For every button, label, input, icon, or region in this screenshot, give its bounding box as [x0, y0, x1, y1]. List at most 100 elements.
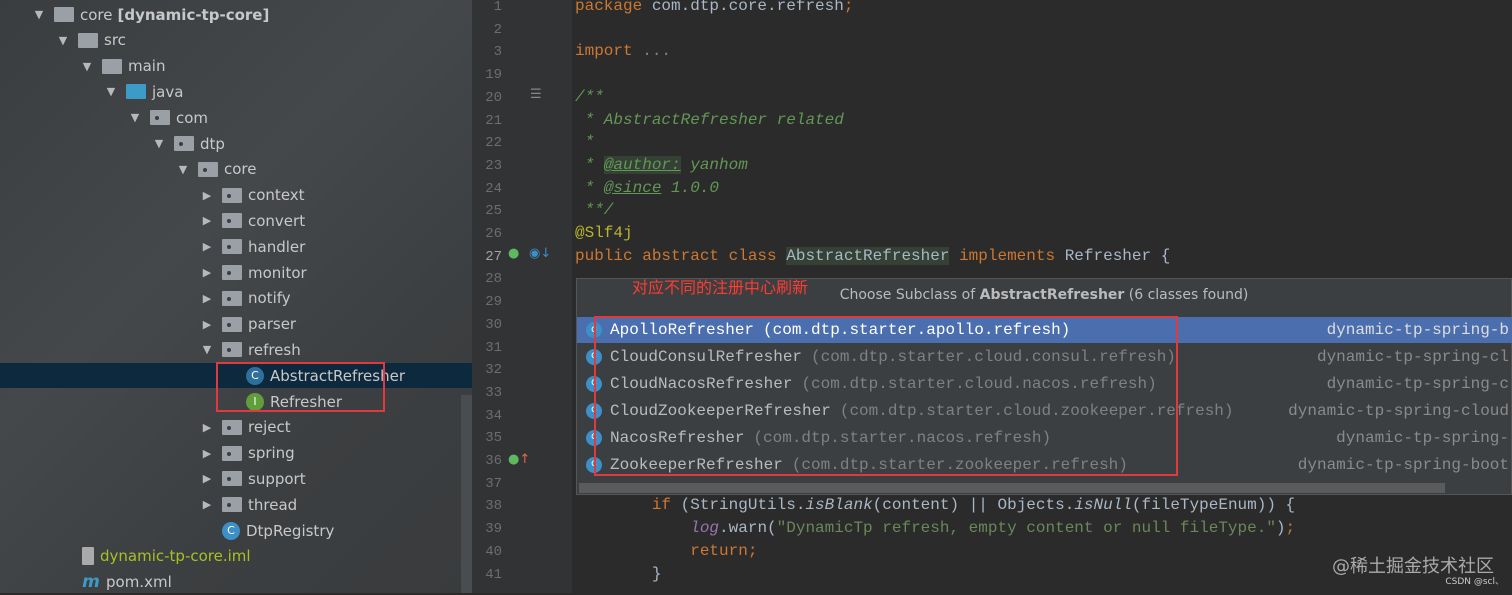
tree-item-support[interactable]: ▶ support [0, 466, 472, 491]
package-icon [222, 265, 242, 280]
package-icon [222, 316, 242, 332]
code-token: isNull [1074, 496, 1132, 515]
tree-item-com[interactable]: ▼ com [0, 105, 472, 130]
tree-item-spring[interactable]: ▶ spring [0, 441, 472, 466]
code-token: package [575, 0, 652, 15]
popup-horizontal-scrollbar[interactable] [579, 483, 1445, 493]
tree-item-label: pom.xml [106, 573, 172, 592]
module-name: dynamic-tp-spring-boot [1297, 455, 1509, 474]
code-token: @author: [603, 155, 681, 174]
code-token: (fileTypeEnum)) { [1131, 496, 1296, 515]
line-number: 26 [485, 226, 502, 242]
code-line: * [575, 131, 595, 153]
overridden-down-icon[interactable]: ◉↓ [529, 246, 551, 261]
tree-item-refresh[interactable]: ▼ refresh [0, 337, 472, 362]
tree-item-reject[interactable]: ▶ reject [0, 415, 472, 440]
collapsed-arrow-icon[interactable]: ▶ [200, 498, 214, 511]
collapsed-arrow-icon[interactable]: ▶ [200, 240, 214, 253]
tree-item-label: main [128, 57, 166, 76]
tree-item-dynamic-tp-core-iml[interactable]: dynamic-tp-core.iml [0, 544, 472, 569]
expanded-arrow-icon[interactable]: ▼ [128, 111, 142, 124]
tree-item-java[interactable]: ▼ java [0, 79, 472, 104]
module-name: dynamic-tp-spring-cloud [1288, 401, 1509, 420]
code-line: log.warn("DynamicTp refresh, empty conte… [575, 517, 1295, 539]
code-token: log [690, 519, 720, 538]
line-number: 39 [485, 521, 502, 538]
tree-item-context[interactable]: ▶ context [0, 183, 472, 208]
collapsed-arrow-icon[interactable]: ▶ [200, 472, 214, 485]
module-folder-icon [54, 7, 74, 22]
code-token: .warn( [719, 519, 777, 538]
expanded-arrow-icon[interactable]: ▼ [104, 85, 118, 98]
tree-item-label: handler [248, 237, 306, 256]
tree-item-notify[interactable]: ▶ notify [0, 286, 472, 311]
code-token: public abstract class [575, 246, 787, 265]
implemented-icon[interactable]: ● [508, 246, 519, 261]
tree-item-core[interactable]: ▼ core [dynamic-tp-core] [0, 2, 472, 27]
tree-item-label: core [80, 5, 113, 24]
code-token: if [575, 496, 681, 515]
collapsed-arrow-icon[interactable]: ▶ [200, 318, 214, 331]
code-token: /** [575, 87, 604, 106]
code-token: isBlank [805, 496, 873, 515]
code-token: ... [642, 42, 672, 61]
tree-item-label: notify [248, 289, 291, 308]
collapsed-arrow-icon[interactable]: ▶ [200, 292, 214, 305]
line-number: 34 [485, 407, 502, 424]
folder-icon [78, 32, 98, 48]
code-token: (StringUtils. [680, 496, 806, 515]
tree-item-label: support [248, 469, 306, 488]
tree-item-parser[interactable]: ▶ parser [0, 312, 472, 337]
expanded-arrow-icon[interactable]: ▼ [176, 163, 190, 176]
annotation-note: 对应不同的注册中心刷新 [632, 278, 809, 297]
tree-item-pom-xml[interactable]: m pom.xml [0, 570, 472, 595]
line-number: 19 [485, 67, 502, 84]
code-line: return; [575, 540, 757, 562]
code-line: if (StringUtils.isBlank(content) || Obje… [575, 494, 1295, 516]
tree-item-dtpregistry[interactable]: C DtpRegistry [0, 518, 472, 543]
code-line: import ... [575, 40, 671, 62]
package-icon [222, 497, 242, 513]
code-token: @since [603, 178, 662, 197]
expanded-arrow-icon[interactable]: ▼ [200, 343, 214, 356]
tree-item-label: dynamic-tp-core.iml [100, 547, 251, 566]
collapsed-arrow-icon[interactable]: ▶ [200, 214, 214, 227]
line-number: 25 [485, 203, 502, 220]
folder-icon [102, 58, 122, 74]
code-token: ; [1285, 519, 1296, 538]
class-icon: C [222, 521, 240, 540]
package-icon [222, 213, 242, 229]
tree-item-label: parser [248, 315, 297, 334]
implements-up-icon[interactable]: ●↑ [508, 452, 530, 467]
project-tree: ▼ core [dynamic-tp-core] ▼ src ▼ main ▼ java ▼ com… [0, 0, 472, 593]
tree-item-thread[interactable]: ▶ thread [0, 492, 472, 517]
package-icon [222, 419, 242, 435]
package-icon [222, 290, 242, 306]
line-number: 36 [485, 453, 502, 469]
tree-item-monitor[interactable]: ▶ monitor [0, 260, 472, 285]
collapsed-arrow-icon[interactable]: ▶ [200, 189, 214, 202]
tree-item-main[interactable]: ▼ main [0, 54, 472, 79]
watermark-sub: CSDN @scl、 [1445, 577, 1504, 587]
tree-item-convert[interactable]: ▶ convert [0, 208, 472, 233]
expanded-arrow-icon[interactable]: ▼ [32, 8, 46, 21]
expanded-arrow-icon[interactable]: ▼ [152, 137, 166, 150]
collapsed-arrow-icon[interactable]: ▶ [200, 266, 214, 279]
collapsed-arrow-icon[interactable]: ▶ [200, 447, 214, 460]
tree-scrollbar[interactable] [461, 395, 472, 593]
line-number: 1 [493, 0, 502, 15]
expanded-arrow-icon[interactable]: ▼ [80, 60, 94, 73]
tree-item-core[interactable]: ▼ core [0, 157, 472, 182]
tree-item-dtp[interactable]: ▼ dtp [0, 131, 472, 156]
line-number: 37 [485, 475, 502, 492]
tree-item-label: context [248, 186, 305, 205]
collapsed-arrow-icon[interactable]: ▶ [200, 421, 214, 434]
tree-item-handler[interactable]: ▶ handler [0, 234, 472, 259]
expanded-arrow-icon[interactable]: ▼ [56, 34, 70, 47]
module-name: dynamic-tp-spring- [1336, 428, 1509, 447]
javadoc-icon[interactable]: ☰ [530, 87, 542, 102]
tree-item-label: dtp [200, 134, 225, 153]
tree-item-src[interactable]: ▼ src [0, 28, 472, 53]
line-number: 40 [485, 543, 502, 560]
